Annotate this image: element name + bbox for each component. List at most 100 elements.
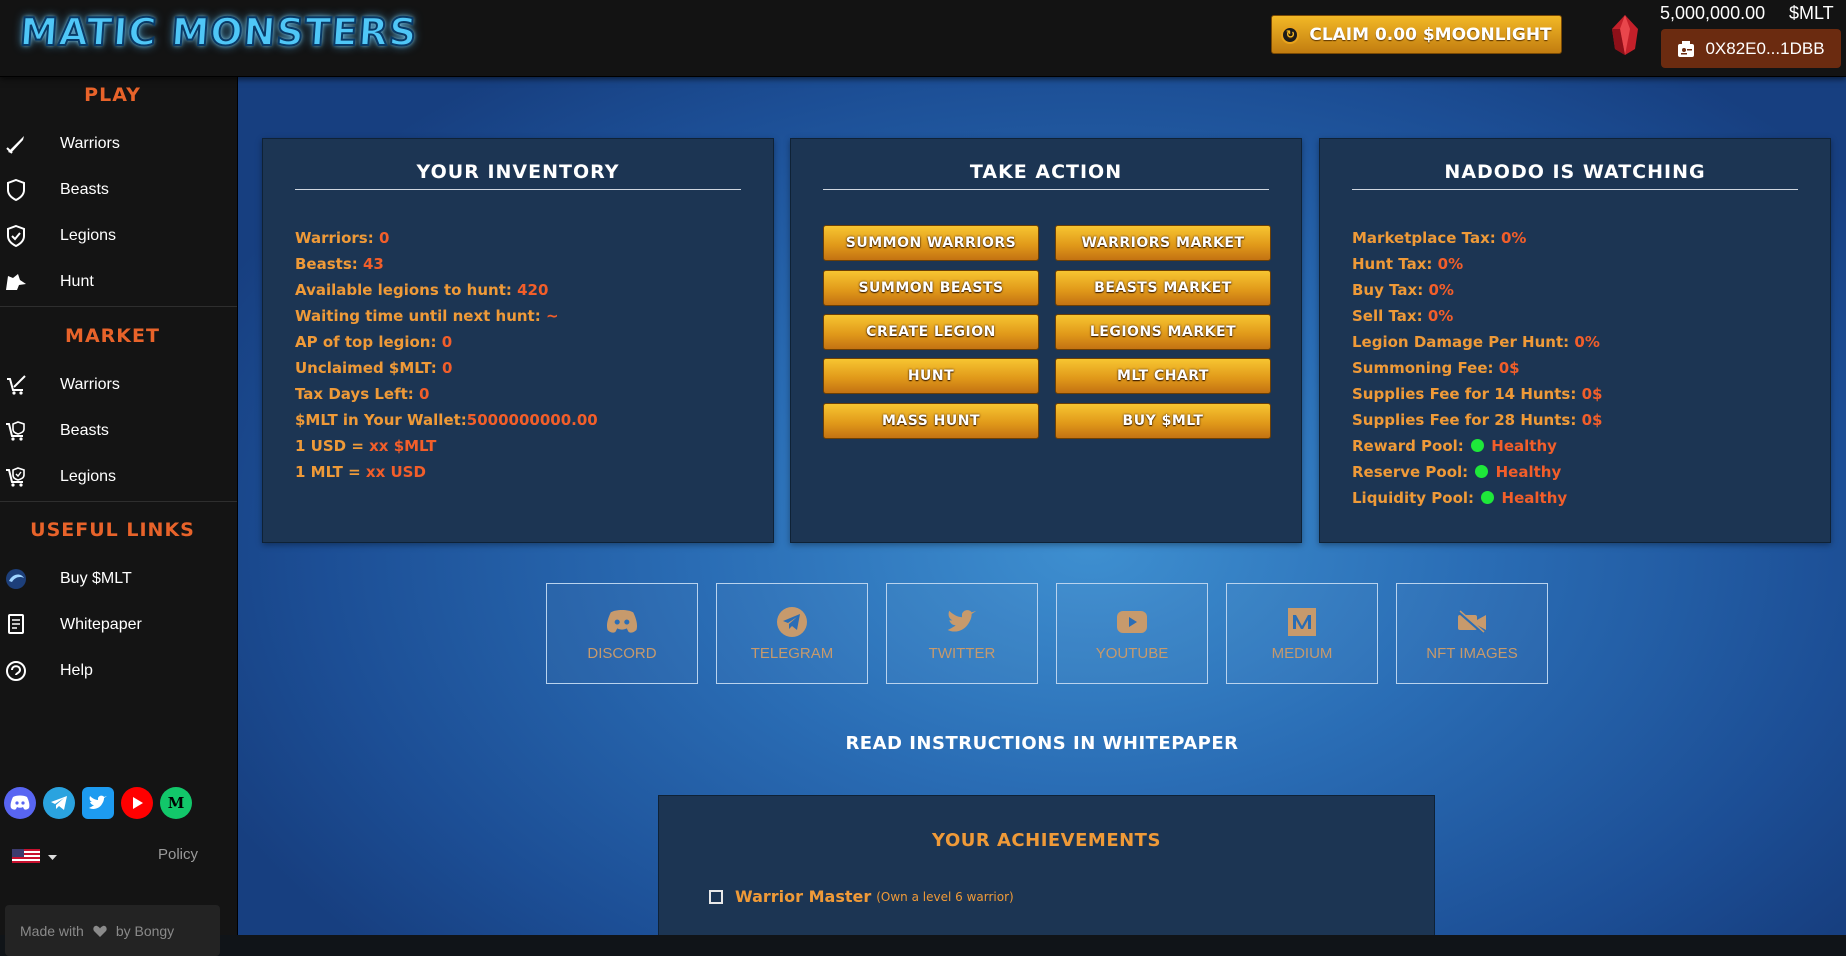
mlt-gem-icon (1612, 15, 1638, 55)
sidebar-item-label: Hunt (60, 273, 94, 290)
twitter-icon (946, 605, 978, 639)
made-with-label: Made with (20, 922, 84, 939)
chevron-down-icon[interactable] (48, 855, 57, 861)
status-dot-icon (1471, 439, 1485, 452)
sidebar-item-help[interactable]: Help (0, 649, 237, 693)
youtube-icon (1116, 605, 1148, 639)
medium-icon (1288, 605, 1316, 639)
discord-label: DISCORD (587, 645, 657, 662)
stat-row: Unclaimed $MLT: 0 (295, 359, 453, 377)
mlt-chart-button[interactable]: MLT CHART (1055, 358, 1271, 394)
take-action-card: TAKE ACTION SUMMON WARRIORS WARRIORS MAR… (790, 138, 1302, 543)
inventory-card: YOUR INVENTORY Warriors: 0 Beasts: 43 Av… (262, 138, 774, 543)
stat-row: Legion Damage Per Hunt: 0% (1352, 333, 1600, 351)
achievement-item: Warrior Master (Own a level 6 warrior) (709, 887, 1014, 906)
logo[interactable]: MATIC MONSTERS (17, 6, 419, 58)
youtube-icon[interactable] (121, 787, 153, 819)
claim-moonlight-button[interactable]: ↻ CLAIM 0.00 $MOONLIGHT (1271, 15, 1562, 54)
video-slash-icon (1456, 605, 1488, 639)
legions-market-button[interactable]: LEGIONS MARKET (1055, 314, 1271, 350)
wallet-address-button[interactable]: 0X82E0...1DBB (1661, 29, 1841, 68)
achievements-title: YOUR ACHIEVEMENTS (932, 830, 1161, 851)
cart-shield-check-icon (5, 466, 27, 488)
stat-row: Supplies Fee for 14 Hunts: 0$ (1352, 385, 1603, 403)
sidebar-item-market-legions[interactable]: Legions (0, 455, 237, 499)
cart-shield-icon (5, 420, 27, 442)
made-with-footer: Made with by Bongy (5, 905, 220, 956)
stat-row: Tax Days Left: 0 (295, 385, 430, 403)
achievement-checkbox[interactable] (709, 889, 723, 904)
top-header: MATIC MONSTERS ↻ CLAIM 0.00 $MOONLIGHT 5… (0, 0, 1846, 77)
buy-mlt-button[interactable]: BUY $MLT (1055, 403, 1271, 439)
stat-row: 1 USD = xx $MLT (295, 437, 437, 455)
stat-row: Reserve Pool: Healthy (1352, 463, 1562, 481)
inventory-title: YOUR INVENTORY (295, 161, 741, 190)
language-flag-icon[interactable] (12, 849, 42, 865)
stat-row: $MLT in Your Wallet:5000000000.00 (295, 411, 598, 429)
hunt-button[interactable]: HUNT (823, 358, 1039, 394)
sidebar-item-label: Whitepaper (60, 616, 142, 633)
claim-icon: ↻ (1281, 25, 1300, 44)
sidebar-item-warriors[interactable]: Warriors (0, 122, 237, 166)
telegram-label: TELEGRAM (750, 645, 834, 662)
sidebar-item-label: Help (60, 662, 93, 679)
telegram-icon[interactable] (43, 787, 75, 819)
stat-row: Summoning Fee: 0$ (1352, 359, 1520, 377)
status-dot-icon (1481, 491, 1495, 504)
shield-icon (5, 179, 27, 201)
sidebar-item-label: Legions (60, 468, 117, 485)
sidebar-item-hunt[interactable]: Hunt (0, 260, 237, 304)
achievement-label: Warrior Master (735, 887, 872, 906)
sidebar-item-label: Warriors (60, 376, 120, 393)
sidebar-item-beasts[interactable]: Beasts (0, 168, 237, 212)
stat-row: Buy Tax: 0% (1352, 281, 1454, 299)
twitter-icon[interactable] (82, 787, 114, 819)
medium-icon[interactable]: M (160, 787, 192, 819)
stat-row: Sell Tax: 0% (1352, 307, 1454, 325)
sidebar-item-market-warriors[interactable]: Warriors (0, 363, 237, 407)
stat-row: Marketplace Tax: 0% (1352, 229, 1527, 247)
sidebar-links-title: USEFUL LINKS (30, 519, 195, 541)
beasts-market-button[interactable]: BEASTS MARKET (1055, 270, 1271, 306)
achievements-card: YOUR ACHIEVEMENTS Warrior Master (Own a … (658, 795, 1435, 935)
nadodo-card: NADODO IS WATCHING Marketplace Tax: 0% H… (1319, 138, 1831, 543)
dragon-icon (5, 271, 27, 293)
sidebar-item-legions[interactable]: Legions (0, 214, 237, 258)
youtube-label: YOUTUBE (1095, 645, 1169, 662)
summon-beasts-button[interactable]: SUMMON BEASTS (823, 270, 1039, 306)
quickswap-icon (5, 568, 27, 590)
sidebar-item-whitepaper[interactable]: Whitepaper (0, 603, 237, 647)
stat-row: AP of top legion: 0 (295, 333, 453, 351)
youtube-link[interactable]: YOUTUBE (1056, 583, 1208, 684)
sidebar-play-title: PLAY (84, 84, 141, 106)
sword-icon (5, 133, 27, 155)
summon-warriors-button[interactable]: SUMMON WARRIORS (823, 225, 1039, 261)
sidebar-item-market-beasts[interactable]: Beasts (0, 409, 237, 453)
medium-link[interactable]: MEDIUM (1226, 583, 1378, 684)
twitter-label: TWITTER (928, 645, 996, 662)
sidebar-item-label: Buy $MLT (60, 570, 132, 587)
made-by-label: by Bongy (115, 922, 175, 939)
policy-link[interactable]: Policy (158, 846, 198, 863)
discord-link[interactable]: DISCORD (546, 583, 698, 684)
nft-images-link[interactable]: NFT IMAGES (1396, 583, 1548, 684)
create-legion-button[interactable]: CREATE LEGION (823, 314, 1039, 350)
status-dot-icon (1475, 465, 1489, 478)
stat-row: Warriors: 0 (295, 229, 390, 247)
wallet-address: 0X82E0...1DBB (1705, 38, 1825, 58)
mass-hunt-button[interactable]: MASS HUNT (823, 403, 1039, 439)
stat-row: Liquidity Pool: Healthy (1352, 489, 1568, 507)
stat-row: Waiting time until next hunt: ~ (295, 307, 559, 325)
main-content: YOUR INVENTORY Warriors: 0 Beasts: 43 Av… (238, 76, 1846, 935)
document-icon (5, 614, 27, 636)
warriors-market-button[interactable]: WARRIORS MARKET (1055, 225, 1271, 261)
stat-row: Available legions to hunt: 420 (295, 281, 549, 299)
sidebar-social-links: M (4, 787, 192, 819)
telegram-link[interactable]: TELEGRAM (716, 583, 868, 684)
sidebar-item-buy-mlt[interactable]: Buy $MLT (0, 557, 237, 601)
discord-icon[interactable] (4, 787, 36, 819)
nadodo-title: NADODO IS WATCHING (1352, 161, 1798, 190)
claim-label: CLAIM 0.00 $MOONLIGHT (1309, 24, 1552, 45)
twitter-link[interactable]: TWITTER (886, 583, 1038, 684)
take-action-title: TAKE ACTION (823, 161, 1269, 190)
